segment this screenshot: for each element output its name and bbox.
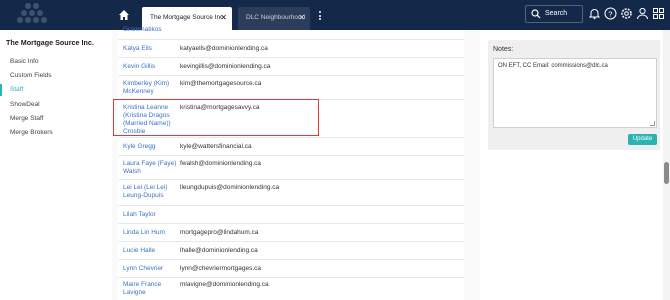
company-title: The Mortgage Source Inc.	[6, 38, 94, 47]
resize-handle-icon[interactable]	[650, 121, 655, 126]
staff-name-link[interactable]: Linda Lin Hum	[123, 229, 179, 237]
list-item: Kevin Gillis kevingillis@dominionlending…	[118, 58, 464, 76]
help-icon[interactable]: ?	[604, 7, 618, 21]
close-icon[interactable]: ✕	[220, 13, 227, 22]
staff-name-link[interactable]: Lynn Chevrier	[123, 265, 179, 273]
staff-email: kim@themortgagesource.ca	[180, 80, 262, 87]
sidebar-item-merge-brokers[interactable]: Merge Brokers	[0, 127, 112, 139]
staff-email: kyle@wattersfinancial.ca	[180, 143, 252, 150]
staff-email: lleungdupuis@dominionlending.ca	[180, 184, 280, 191]
staff-email: lhalle@dominionlending.ca	[180, 247, 258, 254]
staff-name-link[interactable]: Katya Ells	[123, 45, 179, 53]
list-item: Grammatikos	[118, 26, 464, 40]
apps-icon[interactable]	[652, 7, 666, 21]
list-item: Lei Lei (Lei Lei) Leung-Dupuis lleungdup…	[118, 180, 464, 206]
close-icon[interactable]: ✕	[298, 13, 305, 22]
left-sidebar: The Mortgage Source Inc. Basic Info Cust…	[0, 30, 112, 300]
list-item: Kyle Gregg kyle@wattersfinancial.ca	[118, 138, 464, 156]
top-navigation-bar: The Mortgage Source Inc. ✕ DLC Neighbour…	[0, 0, 670, 30]
staff-name-link[interactable]: Lucie Halle	[123, 247, 179, 255]
staff-name-link[interactable]: Kimberley (Kim) McKenney	[123, 80, 179, 96]
update-button[interactable]: Update	[628, 134, 657, 145]
list-item: Lucie Halle lhalle@dominionlending.ca	[118, 242, 464, 260]
more-options-icon[interactable]	[319, 11, 323, 22]
gear-icon[interactable]	[620, 7, 634, 21]
staff-name-link[interactable]: Laura Faye (Faye) Walsh	[123, 160, 179, 176]
staff-email: mortgagepro@lindahum.ca	[180, 229, 259, 236]
user-icon[interactable]	[636, 7, 650, 21]
staff-name-link[interactable]: Maire France Lavigne	[123, 281, 179, 297]
search-label: Search	[545, 10, 568, 17]
staff-email: lynn@chevriermortgages.ca	[180, 265, 262, 272]
search-button[interactable]: Search	[525, 5, 583, 23]
staff-list-panel: Grammatikos Katya Ells katyaells@dominio…	[112, 26, 480, 300]
staff-name-link[interactable]: Kevin Gillis	[123, 63, 179, 71]
staff-email: mlavigne@dominionlending.ca	[180, 281, 269, 288]
svg-text:?: ?	[608, 9, 612, 18]
tab-label: The Mortgage Source Inc.	[150, 14, 226, 21]
list-item: Lilah Taylor	[118, 206, 464, 224]
notes-text: ON EFT, CC Email: commissions@dlc.ca	[498, 63, 608, 69]
tab-dlc-neighbourhood[interactable]: DLC Neighbourhood ✕	[238, 7, 310, 30]
list-item: Maire France Lavigne mlavigne@dominionle…	[118, 278, 464, 300]
list-item: Katya Ells katyaells@dominionlending.ca	[118, 40, 464, 58]
sidebar-item-basic-info[interactable]: Basic Info	[0, 56, 112, 68]
list-item: Linda Lin Hum mortgagepro@lindahum.ca	[118, 224, 464, 242]
staff-email: katyaells@dominionlending.ca	[180, 45, 268, 52]
notes-textarea[interactable]: ON EFT, CC Email: commissions@dlc.ca	[493, 58, 657, 128]
staff-name-link[interactable]: Lilah Taylor	[123, 211, 179, 219]
list-item: Lynn Chevrier lynn@chevriermortgages.ca	[118, 260, 464, 278]
list-item: Kimberley (Kim) McKenney kim@themortgage…	[118, 76, 464, 100]
staff-name-link[interactable]: Kyle Gregg	[123, 143, 179, 151]
highlight-box	[113, 99, 319, 136]
list-item: Laura Faye (Faye) Walsh fwalsh@dominionl…	[118, 156, 464, 180]
sidebar-item-staff[interactable]: Staff	[0, 84, 112, 96]
staff-email: kevingillis@dominionlending.ca	[180, 63, 271, 70]
tab-label: DLC Neighbourhood	[246, 14, 306, 21]
staff-name-link[interactable]: Grammatikos	[123, 26, 179, 34]
bell-icon[interactable]	[588, 7, 602, 21]
dots-logo-icon[interactable]	[14, 3, 54, 27]
search-icon	[531, 9, 541, 19]
sidebar-item-merge-staff[interactable]: Merge Staff	[0, 113, 112, 125]
scrollbar-thumb[interactable]	[664, 162, 669, 184]
notes-title: Notes:	[493, 46, 514, 53]
sidebar-item-showdeal[interactable]: ShowDeal	[0, 99, 112, 111]
sidebar-item-custom-fields[interactable]: Custom Fields	[0, 70, 112, 82]
staff-name-link[interactable]: Lei Lei (Lei Lei) Leung-Dupuis	[123, 184, 179, 200]
home-icon[interactable]	[118, 9, 132, 23]
staff-email: fwalsh@dominionlending.ca	[180, 160, 262, 167]
